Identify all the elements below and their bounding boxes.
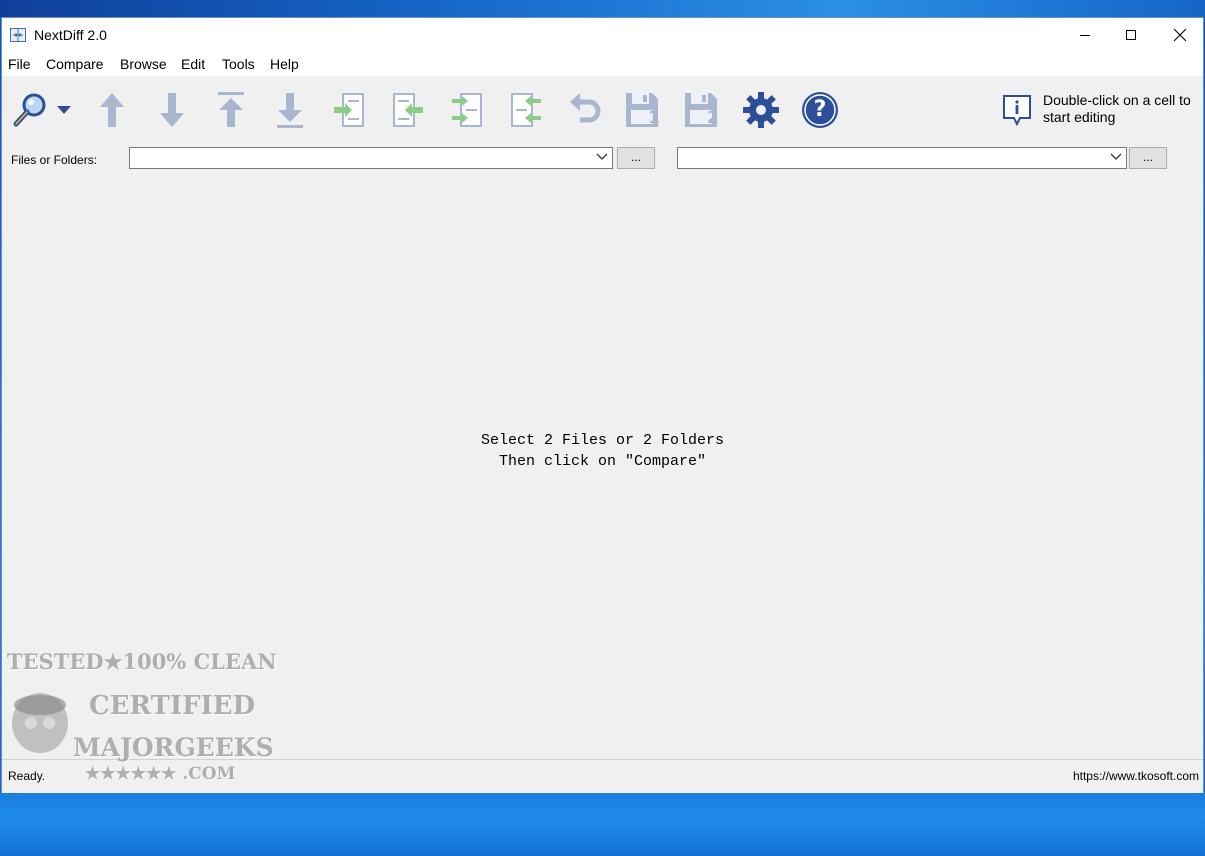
desktop-background-top (0, 0, 1205, 17)
help-button[interactable]: ? (798, 88, 842, 132)
toolbar: 1 2 ? Double-click on a cell to start ed… (2, 76, 1203, 144)
menu-compare[interactable]: Compare (46, 56, 104, 72)
path-selection-row: Files or Folders: ... ... (2, 144, 1203, 180)
copy-left-icon (393, 93, 423, 127)
dropdown-arrow-icon (57, 106, 71, 114)
menu-edit[interactable]: Edit (181, 56, 205, 72)
settings-icon (743, 92, 779, 128)
move-top-button[interactable] (209, 88, 253, 132)
undo-icon (570, 93, 601, 123)
move-top-icon (218, 92, 244, 127)
move-bottom-button[interactable] (268, 88, 312, 132)
menu-file[interactable]: File (8, 56, 31, 72)
maximize-button[interactable] (1108, 18, 1154, 52)
copy-all-left-button[interactable] (504, 88, 548, 132)
website-link[interactable]: https://www.tkosoft.com (1073, 769, 1199, 783)
compare-magnifier-icon (13, 93, 46, 127)
move-down-button[interactable] (150, 88, 194, 132)
menu-bar: File Compare Browse Edit Tools Help (2, 52, 1203, 76)
empty-state-line2: Then click on "Compare" (498, 453, 707, 470)
edit-hint: Double-click on a cell to start editing (1002, 92, 1202, 132)
files-or-folders-label: Files or Folders: (11, 153, 98, 167)
menu-tools[interactable]: Tools (222, 56, 255, 72)
save-left-number: 1 (648, 108, 660, 128)
comparison-area[interactable]: Select 2 Files or 2 Folders Then click o… (2, 180, 1203, 759)
minimize-icon (1080, 35, 1090, 36)
copy-right-icon (334, 93, 364, 127)
edit-hint-line2: start editing (1043, 109, 1116, 125)
undo-button[interactable] (563, 88, 607, 132)
compare-dropdown-button[interactable] (54, 88, 74, 132)
status-bar: Ready. https://www.tkosoft.com (2, 759, 1203, 793)
info-icon (1003, 95, 1031, 126)
edit-hint-line1: Double-click on a cell to (1043, 92, 1191, 108)
right-path-combobox[interactable] (677, 147, 1127, 169)
close-button[interactable] (1157, 18, 1203, 52)
empty-state-message: Select 2 Files or 2 Folders Then click o… (2, 430, 1203, 472)
move-bottom-icon (277, 93, 303, 128)
app-window: NextDiff 2.0 File Compare Browse Edit To… (1, 17, 1204, 793)
copy-all-right-button[interactable] (445, 88, 489, 132)
left-path-combobox[interactable] (129, 147, 613, 169)
maximize-icon (1126, 30, 1136, 40)
desktop-background-bottom (0, 793, 1205, 856)
right-browse-button[interactable]: ... (1129, 147, 1167, 169)
move-up-button[interactable] (90, 88, 134, 132)
move-down-icon (160, 93, 184, 127)
title-bar: NextDiff 2.0 (2, 18, 1203, 52)
left-browse-button[interactable]: ... (617, 147, 655, 169)
chevron-down-icon (596, 153, 608, 160)
settings-button[interactable] (739, 88, 783, 132)
save-right-number: 2 (707, 108, 719, 128)
status-text: Ready. (8, 769, 46, 783)
window-title: NextDiff 2.0 (34, 27, 107, 43)
save-left-button[interactable]: 1 (621, 88, 665, 132)
chevron-down-icon (1110, 153, 1122, 160)
copy-all-right-icon (452, 93, 482, 127)
copy-right-button[interactable] (327, 88, 371, 132)
app-icon (10, 27, 26, 43)
copy-left-button[interactable] (386, 88, 430, 132)
menu-help[interactable]: Help (270, 56, 299, 72)
save-right-button[interactable]: 2 (680, 88, 724, 132)
move-up-icon (100, 93, 124, 127)
compare-button[interactable] (8, 88, 52, 132)
help-symbol: ? (813, 97, 827, 122)
minimize-button[interactable] (1062, 18, 1108, 52)
empty-state-line1: Select 2 Files or 2 Folders (480, 432, 725, 449)
copy-all-left-icon (511, 93, 541, 127)
menu-browse[interactable]: Browse (120, 56, 167, 72)
close-icon (1173, 28, 1187, 42)
